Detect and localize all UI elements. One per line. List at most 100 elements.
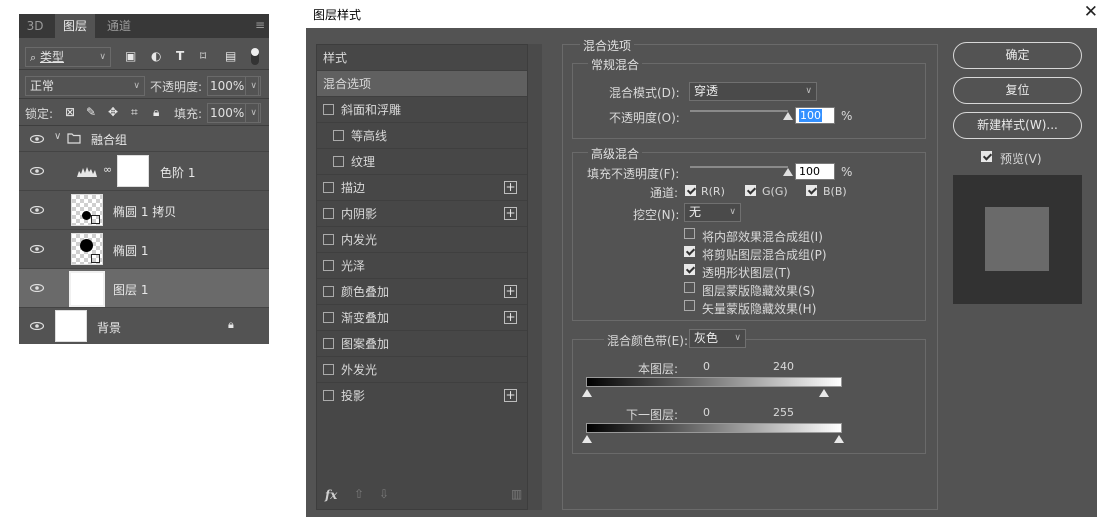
trash-icon[interactable]: ▥ [511, 487, 522, 501]
this-layer-black-slider-icon[interactable] [582, 389, 592, 397]
layer-mask-hides-checkbox[interactable] [684, 282, 695, 293]
style-item-drop-shadow[interactable]: 投影 + [317, 383, 527, 409]
fill-dropdown[interactable]: ∨ [245, 103, 261, 123]
link-chain-icon[interactable]: ∞ [103, 163, 112, 176]
smart-object-filter-icon[interactable]: ▤ [225, 49, 236, 63]
channel-b-checkbox[interactable] [806, 185, 817, 196]
style-item-contour[interactable]: 等高线 [317, 123, 527, 149]
channel-g-checkbox[interactable] [745, 185, 756, 196]
style-item-bevel[interactable]: 斜面和浮雕 [317, 97, 527, 123]
panel-menu-icon[interactable]: ≡ [255, 18, 265, 32]
visibility-eye-icon[interactable] [30, 284, 44, 292]
fill-opacity-input[interactable]: 100 [795, 163, 835, 180]
under-layer-white-slider-icon[interactable] [834, 435, 844, 443]
visibility-eye-icon[interactable] [30, 135, 44, 143]
opacity-dropdown[interactable]: ∨ [245, 76, 261, 96]
checkbox[interactable] [333, 130, 344, 141]
checkbox[interactable] [333, 156, 344, 167]
move-up-icon[interactable]: ⇧ [354, 487, 364, 501]
ok-button[interactable]: 确定 [953, 42, 1082, 69]
visibility-eye-icon[interactable] [30, 245, 44, 253]
style-item-gradient-overlay[interactable]: 渐变叠加 + [317, 305, 527, 331]
layer-row-background[interactable]: 背景 🔒︎ [19, 308, 269, 344]
style-list-header[interactable]: 样式 [317, 45, 527, 71]
type-filter-icon[interactable]: T [176, 49, 184, 63]
lock-transparency-icon[interactable]: ⊠ [65, 105, 75, 119]
layer-row-ellipse-copy[interactable]: 椭圆 1 拷贝 [19, 191, 269, 230]
style-item-outer-glow[interactable]: 外发光 [317, 357, 527, 383]
transparency-shapes-checkbox[interactable] [684, 264, 695, 275]
under-layer-gradient[interactable] [586, 423, 842, 433]
checkbox[interactable] [323, 104, 334, 115]
checkbox[interactable] [323, 312, 334, 323]
reset-button[interactable]: 复位 [953, 77, 1082, 104]
layer-thumbnail[interactable] [71, 194, 103, 226]
layer-row-layer1[interactable]: 图层 1 [19, 269, 269, 308]
blend-mode-select[interactable]: 穿透 ∨ [689, 82, 817, 101]
visibility-eye-icon[interactable] [30, 322, 44, 330]
fx-button[interactable]: fx [325, 488, 337, 502]
tab-channels[interactable]: 通道 [99, 14, 139, 38]
checkbox[interactable] [323, 260, 334, 271]
checkbox[interactable] [323, 234, 334, 245]
close-icon[interactable]: ✕ [1084, 2, 1098, 22]
checkbox[interactable] [323, 364, 334, 375]
style-item-inner-shadow[interactable]: 内阴影 + [317, 201, 527, 227]
this-layer-gradient[interactable] [586, 377, 842, 387]
move-icon[interactable]: ✥ [108, 105, 118, 119]
opacity-slider[interactable] [690, 110, 788, 112]
under-layer-black-slider-icon[interactable] [582, 435, 592, 443]
blend-if-select[interactable]: 灰色 ∨ [689, 329, 746, 348]
add-effect-icon[interactable]: + [504, 181, 517, 194]
layer-row-levels[interactable]: ∞ 色阶 1 [19, 152, 269, 191]
checkbox[interactable] [323, 338, 334, 349]
image-filter-icon[interactable]: ▣ [125, 49, 136, 63]
style-item-color-overlay[interactable]: 颜色叠加 + [317, 279, 527, 305]
visibility-eye-icon[interactable] [30, 167, 44, 175]
lock-icon[interactable]: 🔒︎ [153, 105, 159, 119]
new-style-button[interactable]: 新建样式(W)... [953, 112, 1082, 139]
filter-type-select[interactable]: ⌕ 类型 ∨ [25, 47, 111, 67]
style-item-blending-options[interactable]: 混合选项 [317, 71, 527, 97]
layer-mask-thumbnail[interactable] [117, 155, 149, 187]
layer-thumbnail[interactable] [69, 271, 105, 307]
chevron-down-icon[interactable]: ∨ [54, 131, 61, 142]
style-item-stroke[interactable]: 描边 + [317, 175, 527, 201]
checkbox[interactable] [323, 208, 334, 219]
style-item-texture[interactable]: 纹理 [317, 149, 527, 175]
move-down-icon[interactable]: ⇩ [379, 487, 389, 501]
style-list-scrollbar[interactable] [528, 44, 542, 510]
this-layer-white-slider-icon[interactable] [819, 389, 829, 397]
checkbox[interactable] [323, 182, 334, 193]
tab-layers[interactable]: 图层 [55, 14, 95, 38]
adjustment-filter-icon[interactable]: ◐ [151, 49, 161, 63]
tab-3d[interactable]: 3D [19, 14, 51, 38]
layer-row-ellipse[interactable]: 椭圆 1 [19, 230, 269, 269]
lock-icon[interactable]: 🔒︎ [228, 318, 234, 332]
checkbox[interactable] [323, 390, 334, 401]
checkbox[interactable] [323, 286, 334, 297]
blend-clipped-checkbox[interactable] [684, 246, 695, 257]
style-item-pattern-overlay[interactable]: 图案叠加 [317, 331, 527, 357]
blend-mode-select[interactable]: 正常 ∨ [25, 76, 145, 96]
style-item-satin[interactable]: 光泽 [317, 253, 527, 279]
shape-filter-icon[interactable]: ⌑ [200, 49, 206, 63]
fill-opacity-slider[interactable] [690, 166, 788, 168]
vector-mask-hides-checkbox[interactable] [684, 300, 695, 311]
artboard-icon[interactable]: ⌗ [131, 105, 138, 119]
add-effect-icon[interactable]: + [504, 207, 517, 220]
opacity-input[interactable]: 100 [795, 107, 835, 124]
filter-toggle[interactable] [251, 48, 259, 65]
visibility-eye-icon[interactable] [30, 206, 44, 214]
fill-opacity-slider-thumb[interactable] [783, 168, 793, 176]
layer-row-group[interactable]: ∨ 融合组 [19, 126, 269, 152]
add-effect-icon[interactable]: + [504, 311, 517, 324]
knockout-select[interactable]: 无 ∨ [684, 203, 741, 222]
brush-icon[interactable]: ✎ [86, 105, 96, 119]
style-item-inner-glow[interactable]: 内发光 [317, 227, 527, 253]
preview-checkbox[interactable] [981, 151, 992, 162]
blend-interior-checkbox[interactable] [684, 228, 695, 239]
layer-thumbnail[interactable] [55, 310, 87, 342]
opacity-slider-thumb[interactable] [783, 112, 793, 120]
add-effect-icon[interactable]: + [504, 389, 517, 402]
